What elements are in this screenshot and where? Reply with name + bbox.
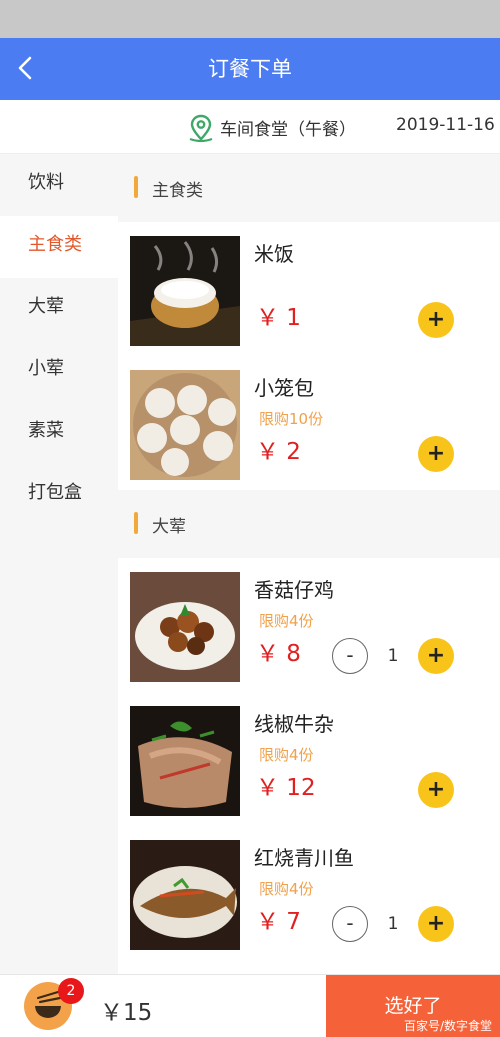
sidebar-item-big-meat[interactable]: 大荤 <box>0 278 118 340</box>
dish-image-beef <box>130 706 240 816</box>
sidebar-item-small-meat[interactable]: 小荤 <box>0 340 118 402</box>
location-pin-icon <box>189 114 213 143</box>
purchase-limit: 限购4份 <box>259 612 314 630</box>
dish-price: ￥ 1 <box>256 305 301 331</box>
section-header-big-meat: 大荤 <box>118 490 500 558</box>
menu-list[interactable]: 主食类 米饭 ￥ 1 + 小笼包 限购10份 ￥ 2 + 大荤 香菇仔鸡 限购4… <box>118 154 500 974</box>
remove-button[interactable]: - <box>332 638 368 674</box>
header-bar: 订餐下单 <box>0 38 500 100</box>
page-title: 订餐下单 <box>208 57 292 81</box>
purchase-limit: 限购10份 <box>259 410 324 428</box>
section-header-staple: 主食类 <box>118 154 500 222</box>
sidebar-item-drinks[interactable]: 饮料 <box>0 154 118 216</box>
watermark-text: 百家号/数字食堂 <box>403 1019 492 1033</box>
section-title: 大荤 <box>152 517 186 537</box>
dish-price: ￥ 12 <box>256 775 316 801</box>
cart-count-badge: 2 <box>58 978 84 1004</box>
dish-name: 线椒牛杂 <box>254 712 334 736</box>
add-button[interactable]: + <box>418 436 454 472</box>
section-title: 主食类 <box>152 181 203 201</box>
sidebar-item-label: 打包盒 <box>28 482 82 503</box>
category-sidebar: 饮料 主食类 大荤 小荤 素菜 打包盒 <box>0 154 118 974</box>
dish-image-fish <box>130 840 240 950</box>
add-button[interactable]: + <box>418 302 454 338</box>
sidebar-item-label: 主食类 <box>28 234 82 255</box>
status-bar <box>0 0 500 38</box>
dish-image-xiaolongbao <box>130 370 240 480</box>
dish-price: ￥ 7 <box>256 909 301 935</box>
menu-item-mushroom-chicken: 香菇仔鸡 限购4份 ￥ 8 - 1 + <box>118 558 500 692</box>
sidebar-item-label: 素菜 <box>28 420 64 441</box>
add-button[interactable]: + <box>418 638 454 674</box>
menu-item-pepper-beef: 线椒牛杂 限购4份 ￥ 12 + <box>118 692 500 826</box>
sidebar-item-staple[interactable]: 主食类 <box>0 216 118 278</box>
order-total: ￥15 <box>100 1000 153 1026</box>
remove-button[interactable]: - <box>332 906 368 942</box>
quantity-value: 1 <box>387 914 399 934</box>
dish-image-rice <box>130 236 240 346</box>
purchase-limit: 限购4份 <box>259 880 314 898</box>
location-bar: 车间食堂（午餐） 2019-11-16 <box>0 100 500 154</box>
sidebar-item-takeout-box[interactable]: 打包盒 <box>0 464 118 526</box>
dish-name: 米饭 <box>254 242 294 266</box>
purchase-limit: 限购4份 <box>259 746 314 764</box>
dish-name: 红烧青川鱼 <box>254 846 354 870</box>
dish-price: ￥ 2 <box>256 439 301 465</box>
dish-name: 香菇仔鸡 <box>254 578 334 602</box>
menu-item-xiaolongbao: 小笼包 限购10份 ￥ 2 + <box>118 356 500 490</box>
menu-item-rice: 米饭 ￥ 1 + <box>118 222 500 356</box>
order-date: 2019-11-16 <box>396 115 495 135</box>
dish-price: ￥ 8 <box>256 641 301 667</box>
sidebar-item-vegetables[interactable]: 素菜 <box>0 402 118 464</box>
quantity-value: 1 <box>387 646 399 666</box>
menu-item-braised-fish: 红烧青川鱼 限购4份 ￥ 7 - 1 + <box>118 826 500 960</box>
sidebar-item-label: 饮料 <box>28 172 64 193</box>
add-button[interactable]: + <box>418 772 454 808</box>
sidebar-item-label: 小荤 <box>28 358 64 379</box>
add-button[interactable]: + <box>418 906 454 942</box>
canteen-location: 车间食堂（午餐） <box>220 120 356 140</box>
section-marker <box>134 512 138 534</box>
dish-name: 小笼包 <box>254 376 314 400</box>
dish-image-chicken <box>130 572 240 682</box>
section-marker <box>134 176 138 198</box>
sidebar-item-label: 大荤 <box>28 296 64 317</box>
